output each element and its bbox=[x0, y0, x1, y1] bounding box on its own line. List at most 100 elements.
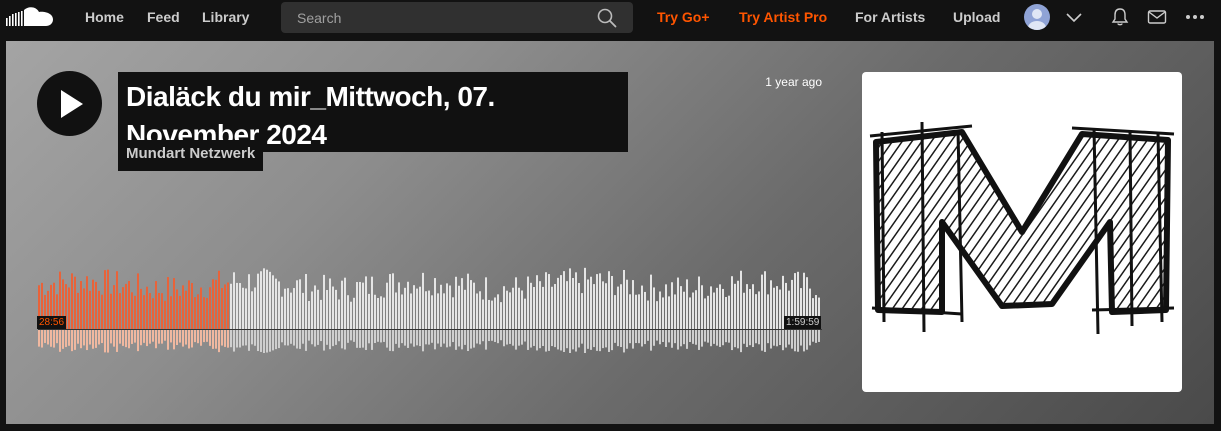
waveform-bar bbox=[569, 268, 571, 329]
waveform-bar bbox=[494, 297, 496, 329]
waveform-reflection-bar bbox=[248, 330, 250, 351]
try-go-plus-link[interactable]: Try Go+ bbox=[657, 0, 710, 34]
avatar[interactable] bbox=[1024, 4, 1050, 30]
waveform-bar bbox=[296, 280, 298, 329]
waveform-reflection-bar bbox=[359, 330, 361, 348]
waveform-reflection-bar bbox=[182, 330, 184, 347]
waveform-reflection-bar bbox=[752, 330, 754, 348]
waveform-bar bbox=[431, 295, 433, 329]
waveform-bar bbox=[71, 273, 73, 329]
waveform-reflection-bar bbox=[611, 330, 613, 351]
nav-home[interactable]: Home bbox=[85, 0, 124, 34]
waveform-reflection-bar bbox=[485, 330, 487, 350]
waveform-bar bbox=[185, 290, 187, 329]
waveform-bar bbox=[188, 280, 190, 329]
bell-icon[interactable] bbox=[1110, 7, 1130, 27]
waveform-reflection-bar bbox=[716, 330, 718, 346]
waveform-bar bbox=[368, 293, 370, 329]
waveform-reflection-bar bbox=[581, 330, 583, 344]
play-button[interactable] bbox=[37, 71, 102, 136]
artwork-letter-m-image bbox=[869, 121, 1175, 335]
waveform-bar bbox=[209, 287, 211, 329]
waveform-reflection-bar bbox=[173, 330, 175, 350]
more-icon[interactable] bbox=[1185, 7, 1205, 27]
waveform-reflection-bar bbox=[584, 330, 586, 353]
waveform-bar bbox=[758, 291, 760, 329]
waveform-reflection-bar bbox=[440, 330, 442, 347]
elapsed-time: 28:56 bbox=[37, 316, 67, 329]
waveform-bar bbox=[86, 276, 88, 329]
waveform-reflection-bar bbox=[455, 330, 457, 350]
waveform-reflection-bar bbox=[107, 330, 109, 353]
waveform-reflection-bar bbox=[260, 330, 262, 352]
waveform-reflection-bar bbox=[743, 330, 745, 344]
waveform-reflection-bar bbox=[773, 330, 775, 346]
for-artists-link[interactable]: For Artists bbox=[855, 0, 925, 34]
waveform-reflection-bar bbox=[347, 330, 349, 343]
soundcloud-logo[interactable] bbox=[6, 6, 56, 28]
waveform-bar bbox=[191, 283, 193, 329]
waveform-bar bbox=[140, 288, 142, 329]
waveform-bar bbox=[419, 286, 421, 329]
waveform-bar bbox=[329, 278, 331, 329]
mail-icon[interactable] bbox=[1147, 7, 1167, 27]
waveform-baseline bbox=[38, 329, 822, 330]
waveform[interactable] bbox=[38, 263, 822, 353]
waveform-reflection-bar bbox=[626, 330, 628, 349]
search-icon[interactable] bbox=[597, 8, 617, 28]
waveform-reflection-bar bbox=[563, 330, 565, 352]
nav-library[interactable]: Library bbox=[202, 0, 249, 34]
waveform-bar bbox=[143, 295, 145, 329]
upload-link[interactable]: Upload bbox=[953, 0, 1000, 34]
nav-feed[interactable]: Feed bbox=[147, 0, 180, 34]
waveform-reflection-bar bbox=[701, 330, 703, 347]
waveform-reflection-bar bbox=[443, 330, 445, 344]
waveform-bar bbox=[488, 299, 490, 329]
try-artist-pro-link[interactable]: Try Artist Pro bbox=[739, 0, 827, 34]
waveform-reflection-bar bbox=[812, 330, 814, 342]
waveform-bar bbox=[314, 285, 316, 329]
waveform-bar bbox=[179, 295, 181, 329]
play-icon bbox=[61, 90, 83, 118]
waveform-bar bbox=[722, 288, 724, 329]
posted-date: 1 year ago bbox=[765, 75, 822, 89]
waveform-reflection-bar bbox=[365, 330, 367, 350]
waveform-reflection-bar bbox=[644, 330, 646, 345]
waveform-reflection-bar bbox=[815, 330, 817, 343]
waveform-reflection-bar bbox=[350, 330, 352, 341]
waveform-reflection-bar bbox=[446, 330, 448, 348]
waveform-bar bbox=[80, 281, 82, 329]
waveform-reflection-bar bbox=[188, 330, 190, 349]
waveform-reflection-bar bbox=[401, 330, 403, 344]
waveform-reflection-bar bbox=[275, 330, 277, 350]
waveform-reflection-bar bbox=[287, 330, 289, 346]
waveform-bar bbox=[401, 294, 403, 329]
waveform-reflection-bar bbox=[296, 330, 298, 349]
waveform-bar bbox=[77, 292, 79, 329]
waveform-reflection-bar bbox=[131, 330, 133, 344]
artist-name[interactable]: Mundart Netzwerk bbox=[126, 145, 255, 162]
waveform-bar bbox=[104, 270, 106, 329]
waveform-bar bbox=[392, 273, 394, 329]
waveform-bar bbox=[266, 269, 268, 329]
waveform-bar bbox=[275, 278, 277, 329]
waveform-bar bbox=[218, 270, 220, 329]
waveform-bar bbox=[671, 282, 673, 329]
waveform-reflection-bar bbox=[341, 330, 343, 349]
waveform-bar bbox=[584, 267, 586, 329]
waveform-reflection-bar bbox=[314, 330, 316, 347]
waveform-bar bbox=[383, 297, 385, 329]
waveform-reflection-bar bbox=[551, 330, 553, 347]
waveform-bar bbox=[173, 278, 175, 329]
waveform-reflection-bar bbox=[437, 330, 439, 344]
waveform-reflection-bar bbox=[473, 330, 475, 348]
waveform-reflection-bar bbox=[419, 330, 421, 347]
waveform-bar bbox=[407, 281, 409, 329]
waveform-bar bbox=[425, 291, 427, 329]
search-input[interactable] bbox=[281, 2, 591, 33]
waveform-reflection-bar bbox=[572, 330, 574, 350]
waveform-bar bbox=[596, 274, 598, 329]
chevron-down-icon[interactable] bbox=[1064, 7, 1084, 27]
waveform-bar bbox=[161, 293, 163, 329]
waveform-reflection-bar bbox=[209, 330, 211, 346]
